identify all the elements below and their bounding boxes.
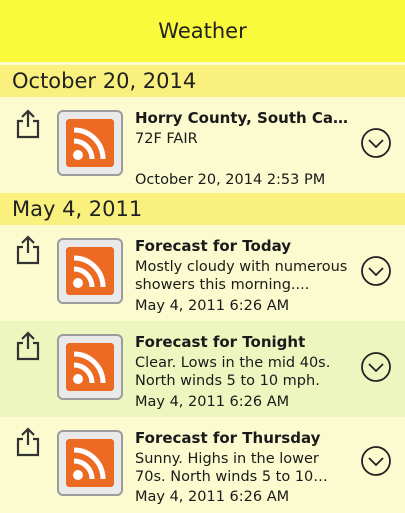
item-description: 72F FAIR — [135, 131, 198, 147]
chevron-down-circle-icon[interactable] — [360, 255, 392, 287]
item-date: October 20, 2014 2:53 PM — [135, 172, 326, 188]
rss-feed-icon — [57, 110, 123, 176]
section-header-date: May 4, 2011 — [0, 193, 405, 225]
chevron-down-circle-icon[interactable] — [360, 351, 392, 383]
app-bar: Weather — [0, 0, 405, 62]
list-item[interactable]: Forecast for Today Mostly cloudy with nu… — [0, 225, 405, 321]
item-description: Clear. Lows in the mid 40s. North winds … — [135, 355, 331, 389]
item-description: Mostly cloudy with numerous showers this… — [135, 259, 348, 293]
item-description: Sunny. Highs in the lower 70s. North win… — [135, 451, 319, 485]
rss-feed-icon — [57, 334, 123, 400]
chevron-down-circle-icon[interactable] — [360, 127, 392, 159]
list-item[interactable]: Horry County, South Carolina 72F FAIR Oc… — [0, 97, 405, 193]
section-header-date: October 20, 2014 — [0, 65, 405, 97]
item-date: May 4, 2011 6:26 AM — [135, 298, 290, 314]
share-icon[interactable] — [15, 109, 41, 139]
share-icon[interactable] — [15, 427, 41, 457]
list-item[interactable]: Forecast for Thursday Sunny. Highs in th… — [0, 417, 405, 513]
share-icon[interactable] — [15, 235, 41, 265]
item-title: Horry County, South Carolina — [135, 109, 353, 127]
rss-feed-icon — [57, 238, 123, 304]
item-title: Forecast for Thursday — [135, 429, 321, 447]
list-item[interactable]: Forecast for Tonight Clear. Lows in the … — [0, 321, 405, 417]
item-title: Forecast for Tonight — [135, 333, 306, 351]
item-date: May 4, 2011 6:26 AM — [135, 394, 290, 410]
item-date: May 4, 2011 6:26 AM — [135, 489, 290, 505]
item-title: Forecast for Today — [135, 237, 292, 255]
chevron-down-circle-icon[interactable] — [360, 445, 392, 477]
rss-feed-icon — [57, 430, 123, 496]
page-title: Weather — [158, 19, 247, 43]
share-icon[interactable] — [15, 331, 41, 361]
